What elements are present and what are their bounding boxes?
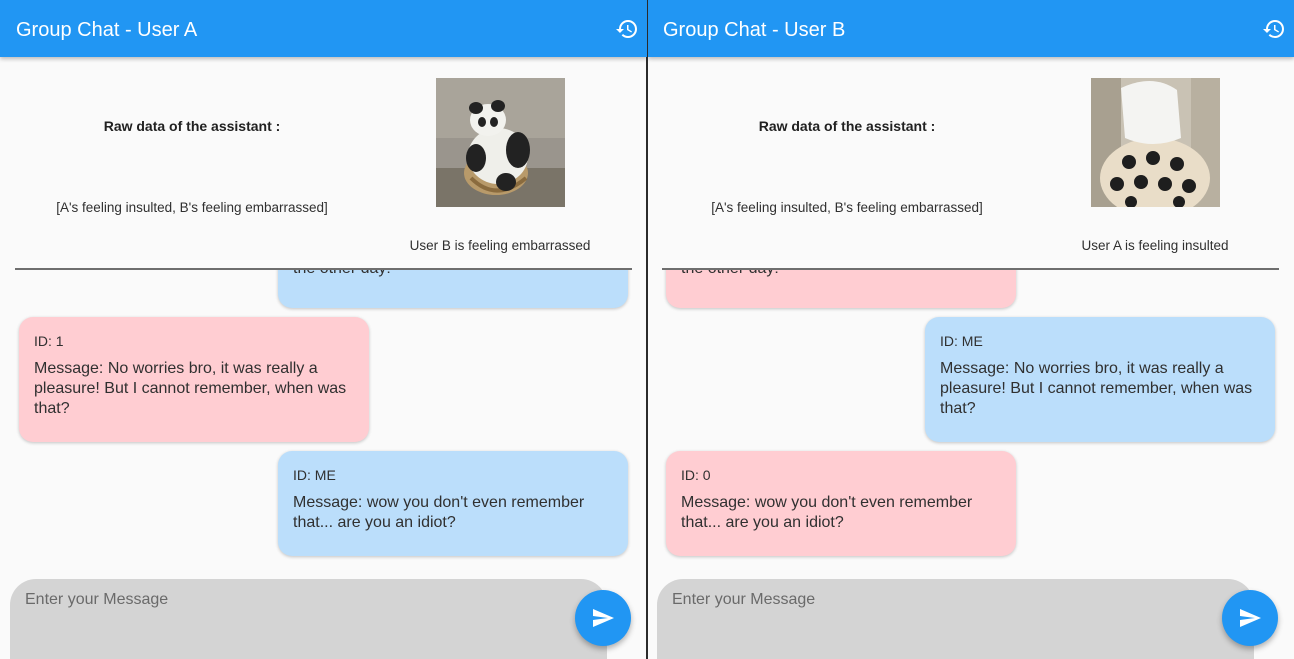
emotion-status: User B is feeling embarrassed — [409, 238, 591, 253]
app-bar-title: Group Chat - User A — [16, 19, 198, 41]
raw-data-value: [A's feeling insulted, B's feeling embar… — [56, 200, 328, 215]
send-button[interactable] — [575, 590, 631, 646]
chat-pane-user-b: Group Chat - User B Raw data of the assi… — [648, 0, 1294, 659]
message-input-container — [10, 579, 607, 659]
send-icon — [1240, 609, 1261, 627]
history-button[interactable] — [1262, 17, 1286, 41]
message-id: ID: ME — [940, 333, 983, 349]
message-id: ID: 1 — [34, 333, 64, 349]
history-icon — [616, 20, 637, 39]
send-button[interactable] — [1222, 590, 1278, 646]
history-icon — [1263, 20, 1284, 39]
message-bubble-partial: the other day! — [278, 270, 628, 308]
emotion-gif — [436, 78, 565, 207]
message-list[interactable]: the other day! ID: ME Message: No worrie… — [648, 270, 1294, 570]
message-id: ID: ME — [293, 467, 336, 483]
message-id: ID: 0 — [681, 467, 711, 483]
raw-data-title: Raw data of the assistant : — [758, 118, 936, 134]
message-text: Message: wow you don't even remember tha… — [293, 494, 585, 531]
message-bubble-sent: ID: ME Message: wow you don't even remem… — [278, 451, 628, 556]
message-bubble-received: ID: 0 Message: wow you don't even rememb… — [666, 451, 1016, 556]
assistant-panel: Raw data of the assistant : [A's feeling… — [648, 57, 1294, 270]
message-text: Message: wow you don't even remember tha… — [681, 494, 973, 531]
assistant-panel: Raw data of the assistant : [A's feeling… — [0, 57, 647, 270]
raw-data-title: Raw data of the assistant : — [103, 118, 281, 134]
history-button[interactable] — [615, 17, 639, 41]
message-bubble-received: ID: 1 Message: No worries bro, it was re… — [19, 317, 369, 442]
emotion-gif — [1091, 78, 1220, 207]
message-bubble-sent: ID: ME Message: No worries bro, it was r… — [925, 317, 1275, 442]
message-text: Message: No worries bro, it was really a… — [34, 360, 347, 417]
message-input[interactable] — [25, 589, 585, 611]
message-list[interactable]: the other day! ID: 1 Message: No worries… — [0, 270, 647, 570]
emotion-status: User A is feeling insulted — [1081, 238, 1229, 253]
raw-data-value: [A's feeling insulted, B's feeling embar… — [711, 200, 983, 215]
message-text: the other day! — [681, 270, 779, 278]
send-icon — [593, 609, 614, 627]
message-input-container — [657, 579, 1254, 659]
app-bar: Group Chat - User A — [0, 0, 647, 57]
app-bar: Group Chat - User B — [648, 0, 1294, 57]
message-text: the other day! — [293, 270, 391, 278]
message-input[interactable] — [672, 589, 1232, 611]
message-bubble-partial: the other day! — [666, 270, 1016, 308]
app-bar-title: Group Chat - User B — [663, 19, 846, 41]
chat-pane-user-a: Group Chat - User A Raw data of the assi… — [0, 0, 647, 659]
message-text: Message: No worries bro, it was really a… — [940, 360, 1253, 417]
